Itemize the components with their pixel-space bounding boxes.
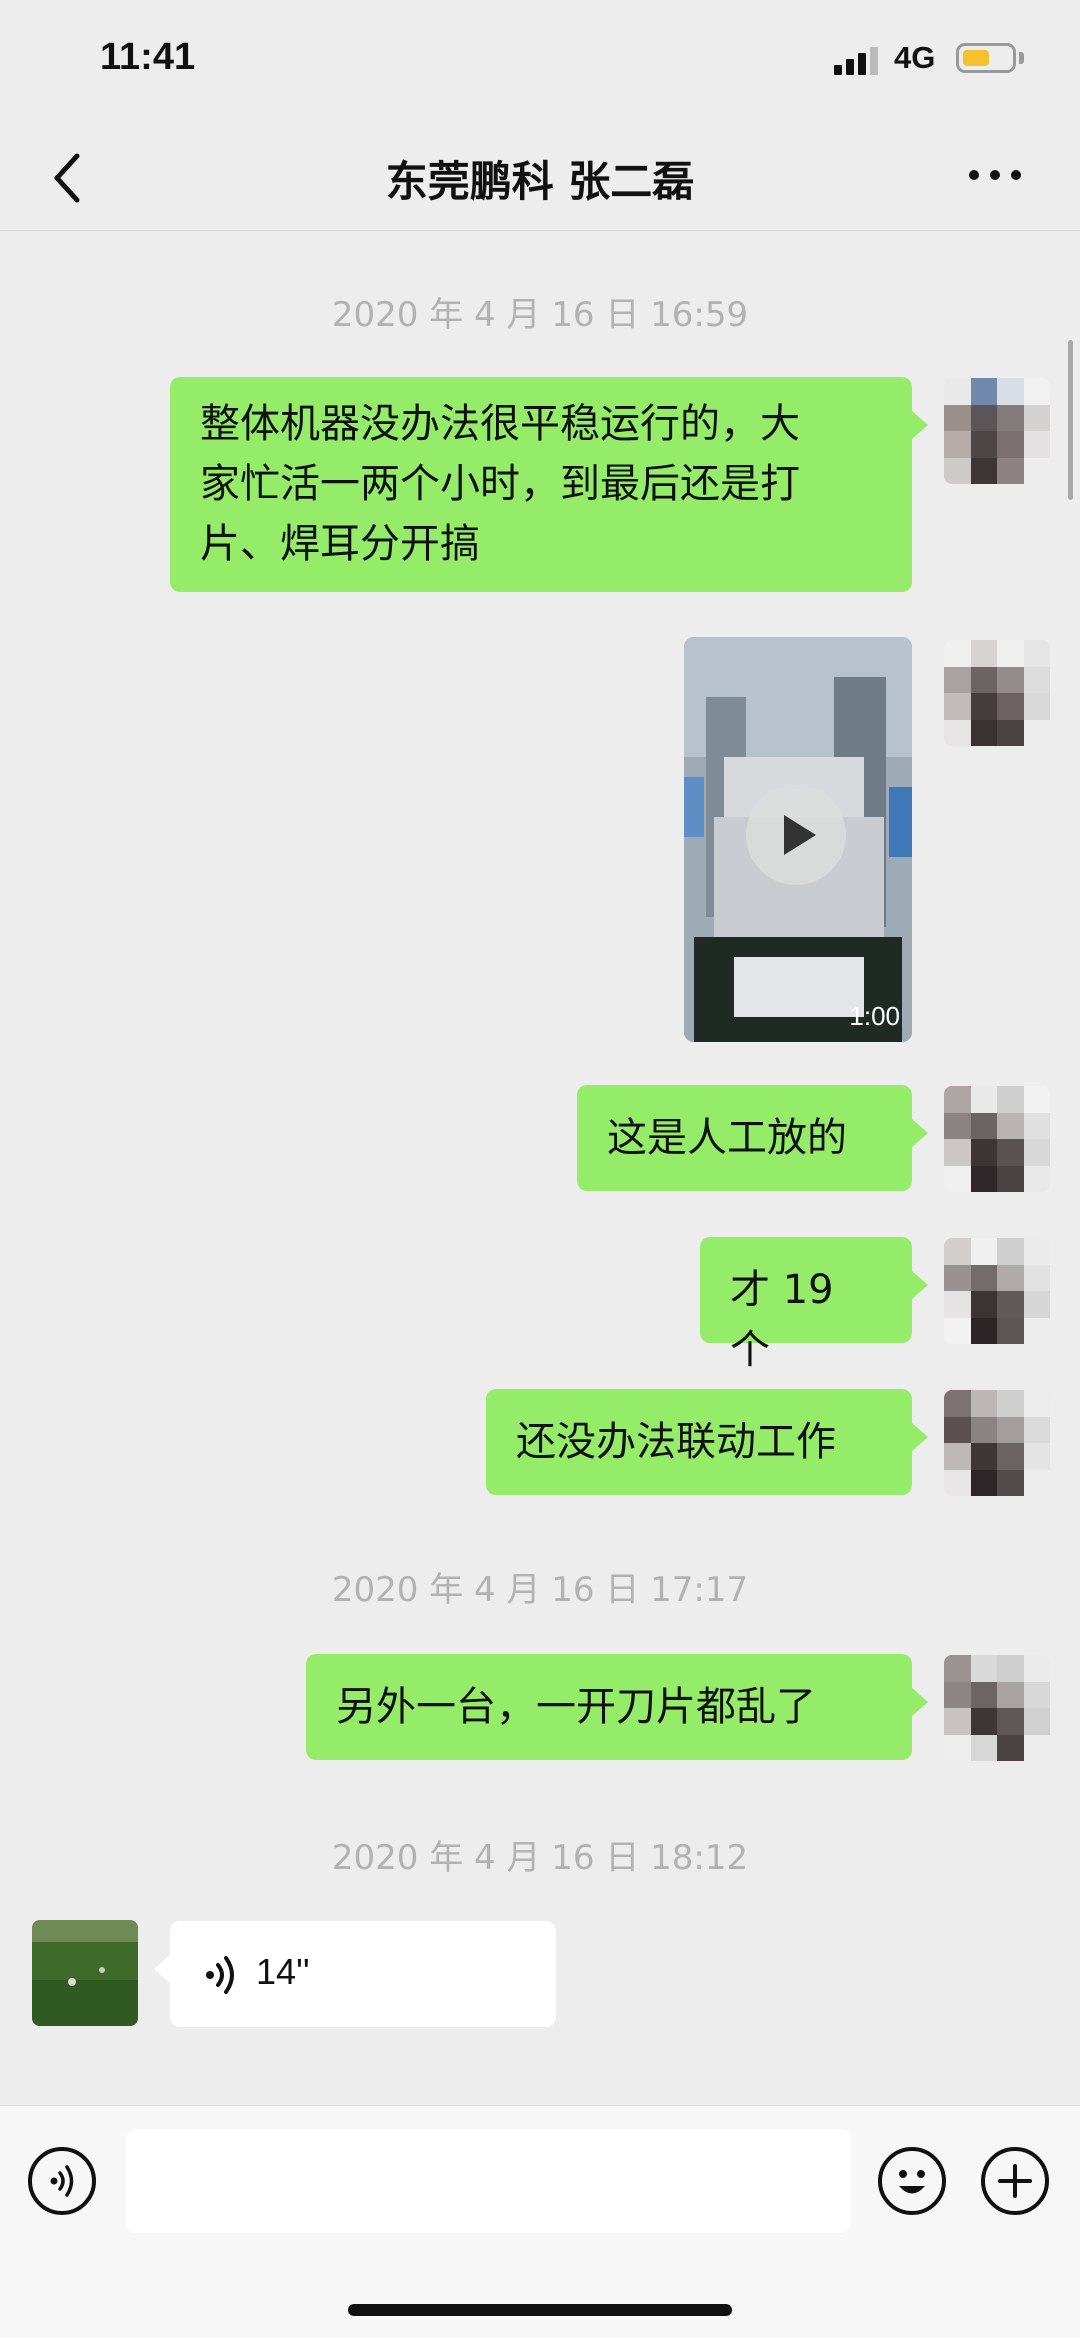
timestamp: 2020 年 4 月 16 日 17:17 — [331, 1570, 749, 1610]
avatar[interactable] — [944, 640, 1050, 746]
voice-wave-icon — [206, 1956, 234, 1994]
status-bar: 11:41 4G — [0, 0, 1080, 120]
message-bubble[interactable]: 整体机器没办法很平稳运行的，大 家忙活一两个小时，到最后还是打 片、焊耳分开搞 — [170, 377, 928, 592]
avatar[interactable] — [32, 1920, 138, 2026]
avatar[interactable] — [944, 1655, 1050, 1761]
voice-duration: 14'' — [256, 1951, 310, 1992]
avatar[interactable] — [944, 1086, 1050, 1192]
message-line: 家忙活一两个小时，到最后还是打 — [200, 461, 800, 507]
more-icon[interactable] — [960, 150, 1030, 200]
video-duration: 1:00 — [849, 1001, 900, 1031]
emoji-icon[interactable] — [878, 2147, 946, 2215]
battery-icon — [956, 43, 1016, 73]
message-line: 整体机器没办法很平稳运行的，大 — [200, 401, 800, 447]
nav-bar: 东莞鹏科 张二磊 — [0, 120, 1080, 231]
message-input[interactable] — [126, 2129, 851, 2233]
timestamp: 2020 年 4 月 16 日 18:12 — [331, 1838, 749, 1878]
status-time: 11:41 — [100, 36, 196, 78]
message-text: 这是人工放的 — [607, 1115, 847, 1161]
plus-icon[interactable] — [981, 2147, 1049, 2215]
message-text: 还没办法联动工作 — [516, 1419, 836, 1465]
avatar[interactable] — [944, 1238, 1050, 1344]
video-message[interactable]: 1:00 — [684, 637, 912, 1042]
home-indicator — [348, 2304, 732, 2316]
scrollbar[interactable] — [1068, 340, 1073, 500]
message-bubble[interactable]: 才 19 个 — [700, 1237, 928, 1373]
play-icon[interactable] — [746, 785, 846, 885]
network-label: 4G — [894, 40, 936, 75]
message-line: 片、焊耳分开搞 — [200, 521, 480, 567]
avatar[interactable] — [944, 1390, 1050, 1496]
timestamp: 2020 年 4 月 16 日 16:59 — [331, 295, 749, 335]
avatar[interactable] — [944, 378, 1050, 484]
voice-mode-icon[interactable] — [28, 2147, 96, 2215]
message-bubble[interactable]: 另外一台，一开刀片都乱了 — [306, 1654, 928, 1760]
message-bubble[interactable]: 这是人工放的 — [577, 1085, 928, 1191]
signal-icon — [834, 45, 882, 75]
message-bubble[interactable]: 还没办法联动工作 — [486, 1389, 928, 1495]
message-text: 才 19 个 — [730, 1267, 834, 1373]
message-text: 另外一台，一开刀片都乱了 — [336, 1684, 816, 1730]
voice-message[interactable]: 14'' — [154, 1921, 556, 2027]
chat-title: 东莞鹏科 张二磊 — [385, 157, 695, 206]
